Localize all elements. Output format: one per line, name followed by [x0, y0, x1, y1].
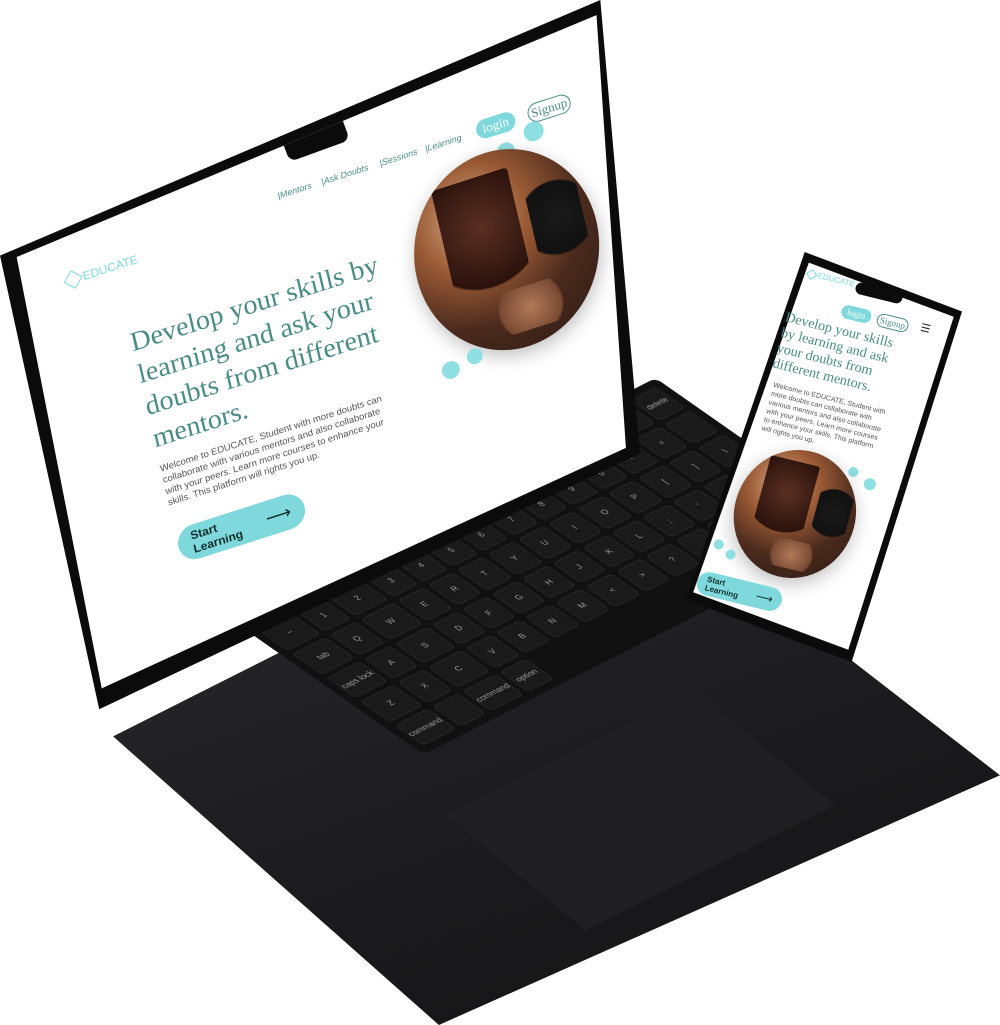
mobile-hero-photo: [719, 437, 871, 591]
mobile-signup-button[interactable]: Signup: [875, 312, 911, 334]
mobile-start-learning-button[interactable]: Start Learning ⟶: [694, 569, 785, 614]
hero-photo: [394, 124, 619, 375]
signup-button[interactable]: Signup: [525, 92, 573, 125]
decor-dot: [847, 466, 860, 478]
login-button[interactable]: login: [474, 109, 518, 141]
decor-dot: [712, 538, 725, 551]
logo-book-icon: [806, 268, 818, 280]
nav-sessions[interactable]: |Sessions: [378, 147, 418, 168]
decor-dot: [862, 477, 878, 492]
hamburger-menu-icon[interactable]: ☰: [919, 321, 932, 336]
nav-learning[interactable]: |Learning: [424, 133, 462, 154]
photo-man: [806, 483, 857, 555]
mobile-start-learning-label: Start Learning: [703, 574, 740, 601]
educate-logo[interactable]: EDUCATE: [63, 252, 140, 289]
decor-dot: [724, 548, 737, 561]
nav-ask-doubts[interactable]: |Ask Doubts: [320, 162, 369, 186]
decor-dot: [521, 118, 546, 144]
nav-mentors[interactable]: |Mentors: [277, 180, 313, 200]
start-learning-label: Start Learning: [188, 520, 245, 556]
arrow-right-icon: ⟶: [754, 588, 775, 607]
logo-book-icon: [63, 270, 83, 289]
logo-text: EDUCATE: [81, 252, 140, 284]
arrow-right-icon: ⟶: [263, 501, 294, 528]
decor-dot: [440, 358, 462, 382]
mobile-login-button[interactable]: login: [839, 303, 873, 325]
photo-man: [522, 170, 596, 283]
decor-dot: [465, 346, 485, 367]
